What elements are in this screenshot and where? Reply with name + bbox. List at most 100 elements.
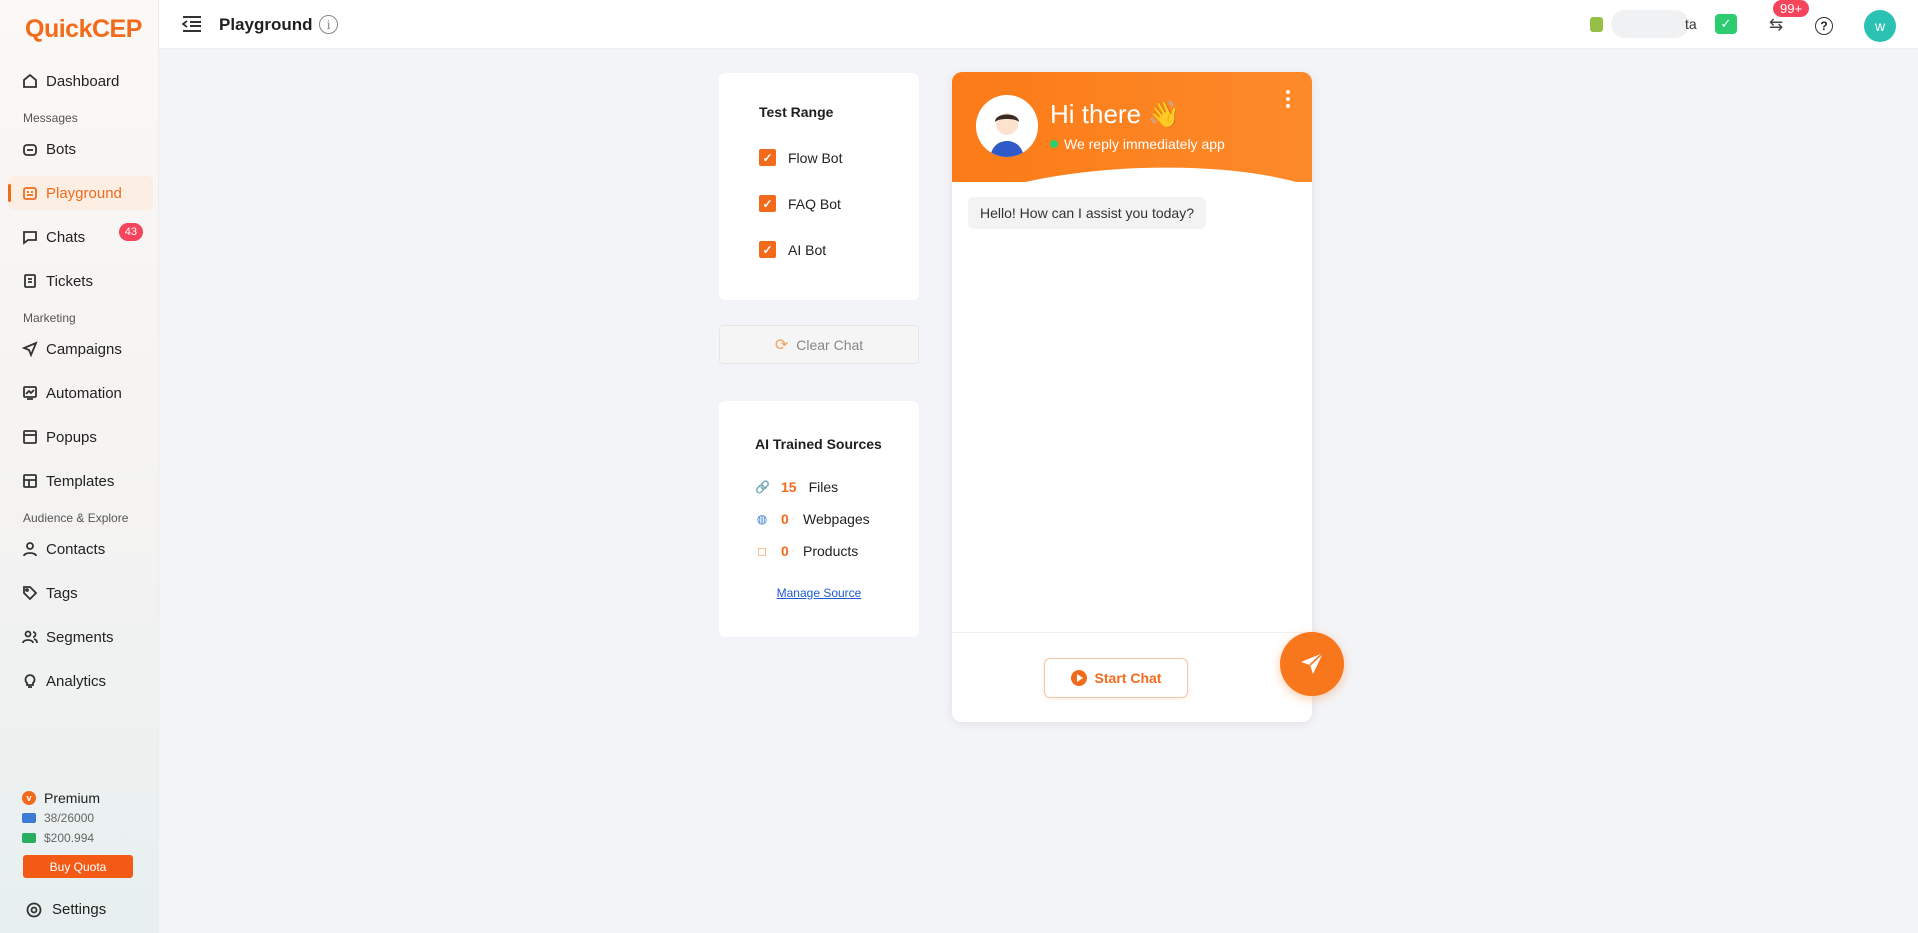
chat-widget: Hi there 👋 We reply immediately app Hell… [952, 72, 1344, 722]
app-logo[interactable]: QuickCEP [25, 15, 142, 44]
send-icon [22, 341, 38, 357]
chats-count-badge: 43 [118, 223, 143, 241]
option-label: AI Bot [788, 241, 827, 258]
sidebar-item-playground[interactable]: Playground [8, 176, 153, 210]
source-webpages: ◍ 0 Webpages [755, 511, 870, 527]
switch-icon[interactable]: ⇆ [1769, 15, 1783, 35]
clear-chat-button[interactable]: ⟳ Clear Chat [719, 325, 919, 364]
popup-icon [22, 429, 38, 445]
plan-emails-row: 38/26000 [22, 808, 142, 828]
sidebar-item-automation[interactable]: Automation [8, 376, 153, 410]
user-icon [22, 541, 38, 557]
users-icon [22, 629, 38, 645]
test-range-card: Test Range ✓ Flow Bot ✓ FAQ Bot ✓ AI Bot [719, 73, 919, 300]
section-messages: Messages [23, 111, 78, 125]
sidebar-item-label: Segments [46, 628, 114, 646]
sidebar-item-label: Automation [46, 384, 122, 402]
premium-icon: v [22, 791, 36, 805]
menu-collapse-icon[interactable] [182, 15, 202, 33]
sidebar-item-tickets[interactable]: Tickets [8, 264, 153, 298]
clear-chat-label: Clear Chat [796, 336, 864, 353]
sidebar-item-label: Dashboard [46, 72, 120, 90]
sidebar-item-label: Contacts [46, 540, 106, 558]
manage-source-link[interactable]: Manage Source [719, 586, 919, 600]
notification-badge[interactable]: 99+ [1773, 0, 1810, 17]
more-options-icon[interactable] [1286, 90, 1290, 108]
launcher-button[interactable] [1280, 632, 1344, 696]
sidebar-item-chats[interactable]: Chats 43 [8, 220, 153, 254]
files-label: Files [808, 479, 839, 495]
section-audience: Audience & Explore [23, 511, 129, 525]
plan-info: v Premium 38/26000 $200.994 [22, 788, 142, 848]
option-label: Flow Bot [788, 149, 843, 166]
option-faq-bot[interactable]: ✓ FAQ Bot [759, 195, 841, 212]
sidebar-item-analytics[interactable]: Analytics [8, 664, 153, 698]
avatar[interactable]: w [1864, 10, 1896, 42]
products-label: Products [803, 543, 859, 559]
start-chat-button[interactable]: Start Chat [1044, 658, 1188, 698]
plan-balance-row: $200.994 [22, 828, 142, 848]
sidebar-item-label: Chats [46, 228, 86, 246]
playground-icon [22, 185, 38, 201]
settings-icon [26, 902, 42, 917]
sidebar-item-label: Templates [46, 472, 115, 490]
sidebar-item-label: Analytics [46, 672, 107, 690]
sidebar-item-contacts[interactable]: Contacts [8, 532, 153, 566]
source-files: 🔗 15 Files [755, 479, 838, 495]
chat-footer: Start Chat [952, 632, 1312, 722]
products-count: 0 [781, 543, 789, 559]
plan-name: Premium [44, 790, 101, 806]
chat-greeting: Hi there 👋 [1050, 99, 1181, 129]
ai-sources-card: AI Trained Sources 🔗 15 Files ◍ 0 Webpag… [719, 401, 919, 637]
store-selector[interactable] [1611, 10, 1689, 38]
checkbox[interactable]: ✓ [759, 241, 776, 258]
mail-icon [22, 813, 36, 823]
bot-icon [22, 141, 38, 157]
sidebar-item-label: Campaigns [46, 340, 122, 358]
sidebar-item-segments[interactable]: Segments [8, 620, 153, 654]
chat-icon [22, 229, 38, 245]
ticket-icon [22, 273, 38, 289]
plan-balance: $200.994 [44, 831, 95, 845]
sidebar-item-label: Tags [46, 584, 78, 602]
sidebar-item-bots[interactable]: Bots [8, 132, 153, 166]
sidebar-item-label: Popups [46, 428, 97, 446]
wallet-icon [22, 833, 36, 843]
play-icon [1070, 670, 1087, 686]
sidebar-item-dashboard[interactable]: Dashboard [8, 64, 153, 98]
sidebar-item-label: Playground [46, 184, 122, 202]
sidebar-item-templates[interactable]: Templates [8, 464, 153, 498]
option-label: FAQ Bot [788, 195, 841, 212]
globe-icon: ◍ [756, 512, 768, 526]
buy-quota-button[interactable]: Buy Quota [23, 855, 133, 878]
help-icon[interactable]: ? [1815, 17, 1833, 35]
online-dot-icon [1050, 140, 1058, 148]
paper-plane-icon [1301, 652, 1324, 674]
verified-icon: ✓ [1715, 14, 1737, 34]
refresh-icon: ⟳ [774, 336, 789, 354]
webpages-count: 0 [781, 511, 789, 527]
option-flow-bot[interactable]: ✓ Flow Bot [759, 149, 842, 166]
checkbox[interactable]: ✓ [759, 195, 776, 212]
sidebar-item-settings[interactable]: Settings [26, 901, 106, 918]
tag-icon [22, 585, 38, 601]
sidebar: QuickCEP Dashboard Messages Bots Playgro… [0, 0, 159, 933]
sidebar-item-label: Tickets [46, 272, 93, 290]
agent-avatar [976, 95, 1038, 157]
checkbox[interactable]: ✓ [759, 149, 776, 166]
store-name[interactable]: ta [1685, 16, 1697, 32]
settings-label: Settings [52, 901, 107, 918]
sidebar-item-label: Bots [46, 140, 77, 158]
info-icon[interactable]: i [319, 15, 338, 34]
option-ai-bot[interactable]: ✓ AI Bot [759, 241, 826, 258]
link-icon: 🔗 [755, 480, 770, 494]
page-title: Playground [219, 15, 313, 34]
ai-sources-title: AI Trained Sources [755, 436, 882, 452]
bot-message: Hello! How can I assist you today? [968, 197, 1206, 229]
sidebar-item-tags[interactable]: Tags [8, 576, 153, 610]
sidebar-item-popups[interactable]: Popups [8, 420, 153, 454]
template-icon [22, 473, 38, 489]
webpages-label: Webpages [803, 511, 870, 527]
sidebar-item-campaigns[interactable]: Campaigns [8, 332, 153, 366]
start-chat-label: Start Chat [1094, 670, 1162, 686]
